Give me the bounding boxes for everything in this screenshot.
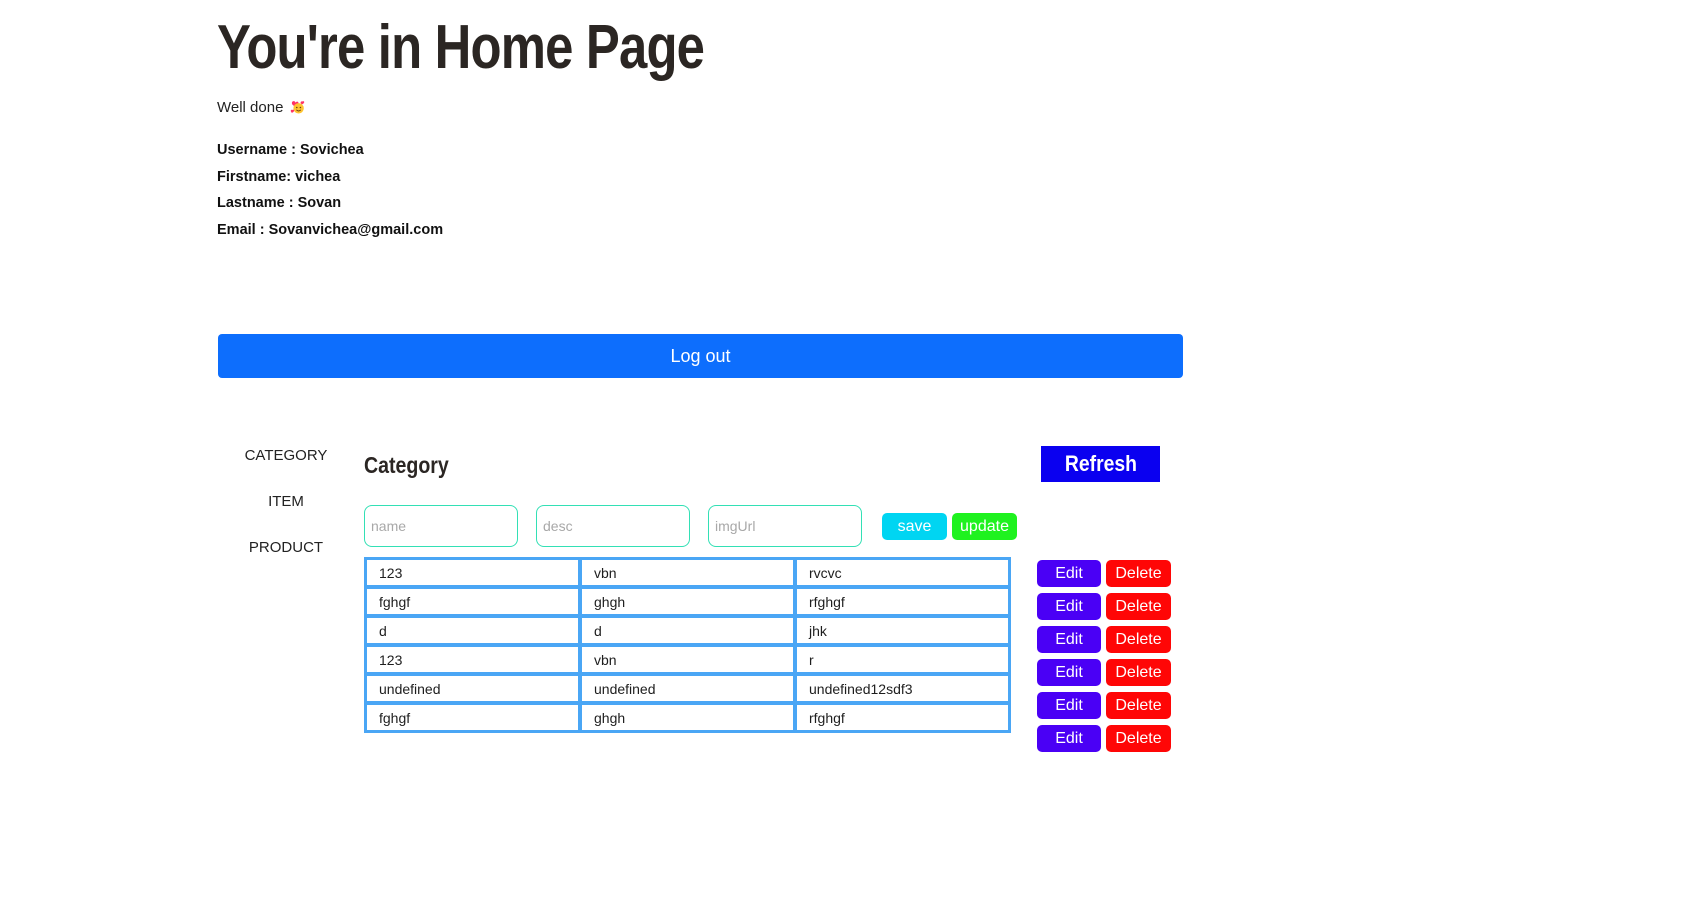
- edit-button[interactable]: Edit: [1037, 626, 1101, 653]
- img-url-cell: undefined12sdf3: [795, 674, 1010, 703]
- name-cell: d: [365, 616, 580, 645]
- img-url-cell: rvcvc: [795, 558, 1010, 587]
- desc-cell: undefined: [580, 674, 795, 703]
- email-text: Email : Sovanvichea@gmail.com: [217, 222, 444, 239]
- img-url-cell: rfghgf: [795, 703, 1010, 732]
- welcome-message: Well done: [217, 99, 306, 116]
- img-url-input[interactable]: [708, 505, 862, 547]
- delete-button[interactable]: Delete: [1106, 626, 1171, 653]
- table-row: fghgf ghgh rfghgf: [365, 587, 1010, 616]
- desc-cell: d: [580, 616, 795, 645]
- edit-button[interactable]: Edit: [1037, 560, 1101, 587]
- desc-cell: ghgh: [580, 703, 795, 732]
- table-row: fghgf ghgh rfghgf: [365, 703, 1010, 732]
- name-cell: 123: [365, 558, 580, 587]
- refresh-button[interactable]: Refresh: [1041, 446, 1160, 482]
- name-cell: fghgf: [365, 703, 580, 732]
- desc-input[interactable]: [536, 505, 690, 547]
- page-title: You're in Home Page: [217, 13, 705, 82]
- img-url-cell: r: [795, 645, 1010, 674]
- edit-button[interactable]: Edit: [1037, 692, 1101, 719]
- delete-button[interactable]: Delete: [1106, 659, 1171, 686]
- table-row: d d jhk: [365, 616, 1010, 645]
- side-nav: CATEGORY ITEM PRODUCT: [231, 446, 341, 584]
- username-text: Username : Sovichea: [217, 142, 364, 158]
- delete-button[interactable]: Delete: [1106, 593, 1171, 620]
- table-row: 123 vbn r: [365, 645, 1010, 674]
- category-title: Category: [364, 452, 449, 478]
- heart-face-emoji-icon: [290, 101, 304, 114]
- sidebar-item-category[interactable]: CATEGORY: [231, 446, 341, 492]
- table-row: 123 vbn rvcvc: [365, 558, 1010, 587]
- img-url-cell: rfghgf: [795, 587, 1010, 616]
- delete-button[interactable]: Delete: [1106, 692, 1171, 719]
- sidebar-item-item[interactable]: ITEM: [231, 492, 341, 538]
- name-cell: 123: [365, 645, 580, 674]
- name-cell: undefined: [365, 674, 580, 703]
- firstname-text: Firstname: vichea: [217, 168, 341, 185]
- edit-button[interactable]: Edit: [1037, 725, 1101, 752]
- desc-cell: ghgh: [580, 587, 795, 616]
- delete-button[interactable]: Delete: [1106, 725, 1171, 752]
- welcome-text: Well done: [217, 99, 284, 116]
- edit-button[interactable]: Edit: [1037, 593, 1101, 620]
- img-url-cell: jhk: [795, 616, 1010, 645]
- name-input[interactable]: [364, 505, 518, 547]
- category-table: 123 vbn rvcvc fghgf ghgh rfghgf d d jhk …: [364, 557, 1011, 733]
- sidebar-item-product[interactable]: PRODUCT: [231, 538, 341, 584]
- update-button[interactable]: update: [952, 513, 1017, 540]
- lastname-text: Lastname : Sovan: [217, 195, 342, 212]
- desc-cell: vbn: [580, 558, 795, 587]
- save-button[interactable]: save: [882, 513, 947, 540]
- refresh-label: Refresh: [1064, 451, 1137, 476]
- edit-button[interactable]: Edit: [1037, 659, 1101, 686]
- delete-button[interactable]: Delete: [1106, 560, 1171, 587]
- table-row: undefined undefined undefined12sdf3: [365, 674, 1010, 703]
- name-cell: fghgf: [365, 587, 580, 616]
- desc-cell: vbn: [580, 645, 795, 674]
- user-profile: Username : Sovichea Firstname: vichea La…: [217, 141, 443, 248]
- logout-button[interactable]: Log out: [218, 334, 1183, 378]
